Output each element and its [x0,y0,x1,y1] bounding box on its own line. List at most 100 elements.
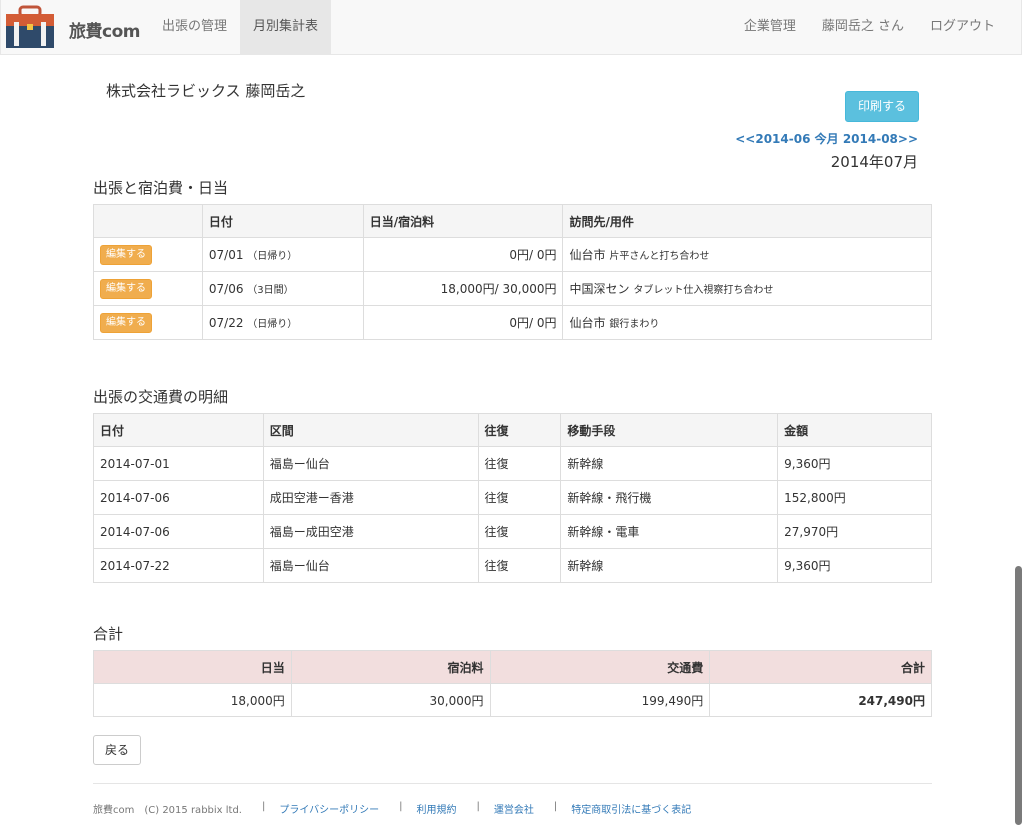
table-row: 編集する 07/06 （3日間） 18,000円/ 30,000円 中国深セン … [93,271,932,306]
nav-left: 出張の管理 月別集計表 [149,0,332,54]
table-row: 2014-07-06 福島ー成田空港 往復 新幹線・電車 27,970円 [93,514,932,549]
footer-copyright: 旅費com (C) 2015 rabbix ltd. [93,805,242,816]
trip-purpose: タブレット仕入視察打ち合わせ [633,285,774,296]
table-row: 2014-07-06 成田空港ー香港 往復 新幹線・飛行機 152,800円 [93,480,932,515]
table-header-row: 日付 区間 往復 移動手段 金額 [93,413,932,447]
cell-route: 福島ー成田空港 [262,514,479,549]
cell-date: 2014-07-22 [93,548,264,583]
footer-link-privacy[interactable]: プライバシーポリシー [279,801,379,816]
trip-duration: （日帰り） [247,319,298,330]
table-header-row: 日当 宿泊料 交通費 合計 [93,650,932,684]
cell-means: 新幹線・電車 [560,514,779,549]
month-title: 2014年07月 [830,153,918,171]
nav-item-company-admin[interactable]: 企業管理 [731,0,809,54]
edit-button[interactable]: 編集する [100,244,152,265]
cell-date: 2014-07-01 [93,446,264,481]
scrollbar-thumb[interactable] [1015,566,1022,825]
trip-place: 中国深セン [569,282,630,296]
cell-amount: 27,970円 [777,514,932,549]
cell-roundtrip: 往復 [477,480,562,515]
column-header: 往復 [477,413,562,447]
cell-means: 新幹線 [560,548,779,583]
trip-amount: 0円/ 0円 [362,237,564,272]
trip-place: 仙台市 [569,316,606,330]
back-button[interactable]: 戻る [93,735,141,765]
cell-roundtrip: 往復 [477,514,562,549]
column-header [93,204,203,238]
column-header: 日付 [201,204,364,238]
column-header: 交通費 [489,650,711,684]
footer-separator: | [261,801,266,812]
table-row: 編集する 07/01 （日帰り） 0円/ 0円 仙台市 片平さんと打ち合わせ [93,237,932,272]
grand-total: 247,490円 [709,683,932,717]
print-button[interactable]: 印刷する [845,91,919,122]
column-header: 訪問先/用件 [562,204,932,238]
next-month-link[interactable]: 2014-08>> [843,132,918,146]
footer-separator: | [553,801,558,812]
column-header: 日付 [93,413,264,447]
total-daily-allowance: 18,000円 [93,683,292,717]
suitcase-logo-icon[interactable] [5,4,55,50]
cell-amount: 9,360円 [777,548,932,583]
footer-link-commercial-law[interactable]: 特定商取引法に基づく表記 [571,801,691,816]
trips-section-title: 出張と宿泊費・日当 [93,179,229,197]
cell-date: 2014-07-06 [93,480,264,515]
trip-place: 仙台市 [569,248,606,262]
column-header: 日当 [93,650,292,684]
cell-route: 福島ー仙台 [262,548,479,583]
trip-duration: （3日間） [247,285,294,296]
transport-table: 日付 区間 往復 移動手段 金額 2014-07-01 福島ー仙台 往復 新幹線… [93,413,932,583]
column-header: 移動手段 [560,413,779,447]
nav-item-user[interactable]: 藤岡岳之 さん [809,0,917,54]
column-header: 金額 [777,413,932,447]
cell-date: 2014-07-06 [93,514,264,549]
cell-roundtrip: 往復 [477,548,562,583]
cell-route: 成田空港ー香港 [262,480,479,515]
footer-separator: | [476,801,480,812]
trip-date: 07/06 [208,282,244,296]
cell-means: 新幹線・飛行機 [560,480,779,515]
table-row: 2014-07-01 福島ー仙台 往復 新幹線 9,360円 [93,446,932,481]
prev-month-link[interactable]: <<2014-06 [735,132,810,146]
trip-purpose: 片平さんと打ち合わせ [609,251,710,262]
trip-duration: （日帰り） [247,251,298,262]
cell-amount: 9,360円 [777,446,932,481]
cell-amount: 152,800円 [777,480,932,515]
trips-table: 日付 日当/宿泊料 訪問先/用件 編集する 07/01 （日帰り） 0円/ 0円… [93,204,932,340]
footer-separator: | [399,801,403,812]
total-lodging: 30,000円 [290,683,491,717]
nav-item-monthly-summary[interactable]: 月別集計表 [240,0,332,54]
trip-amount: 0円/ 0円 [362,305,564,340]
company-user-name: 株式会社ラビックス 藤岡岳之 [106,82,306,100]
brand-name[interactable]: 旅費com [69,17,140,42]
edit-button[interactable]: 編集する [100,278,152,299]
month-navigation: <<2014-06 今月 2014-08>> [735,130,918,147]
total-section-title: 合計 [93,625,124,643]
nav-item-logout[interactable]: ログアウト [917,0,1008,54]
cell-means: 新幹線 [560,446,779,481]
footer-divider [93,783,932,784]
column-header: 宿泊料 [290,650,491,684]
transport-section-title: 出張の交通費の明細 [93,388,229,406]
table-row: 18,000円 30,000円 199,490円 247,490円 [93,683,932,717]
footer: 旅費com (C) 2015 rabbix ltd. | プライバシーポリシー … [93,801,691,816]
total-transport: 199,490円 [489,683,711,717]
edit-button[interactable]: 編集する [100,312,152,333]
trip-date: 07/22 [208,316,244,330]
navbar: 旅費com 出張の管理 月別集計表 企業管理 藤岡岳之 さん ログアウト [0,0,1022,55]
nav-item-trips[interactable]: 出張の管理 [149,0,240,54]
cell-route: 福島ー仙台 [262,446,479,481]
this-month-link[interactable]: 今月 [815,132,839,146]
table-row: 編集する 07/22 （日帰り） 0円/ 0円 仙台市 銀行まわり [93,305,932,340]
trip-date: 07/01 [208,248,244,262]
trip-amount: 18,000円/ 30,000円 [362,271,564,306]
footer-link-company[interactable]: 運営会社 [494,801,534,816]
column-header: 合計 [709,650,932,684]
nav-right: 企業管理 藤岡岳之 さん ログアウト [731,0,1008,54]
table-header-row: 日付 日当/宿泊料 訪問先/用件 [93,204,932,238]
cell-roundtrip: 往復 [477,446,562,481]
table-row: 2014-07-22 福島ー仙台 往復 新幹線 9,360円 [93,548,932,583]
column-header: 日当/宿泊料 [362,204,564,238]
footer-link-terms[interactable]: 利用規約 [417,801,457,816]
column-header: 区間 [262,413,479,447]
